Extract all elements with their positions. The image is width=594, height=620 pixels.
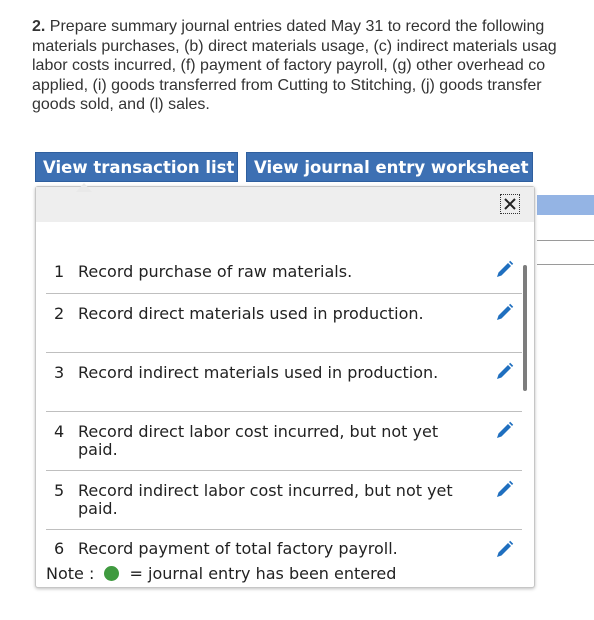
transaction-list-panel: 1 Record purchase of raw materials. 2 Recor…	[35, 186, 535, 588]
question-line-2: materials purchases, (b) direct material…	[32, 37, 557, 55]
transaction-description: Record indirect labor cost incurred, but…	[78, 481, 453, 518]
panel-header	[36, 187, 534, 222]
background-divider	[537, 240, 594, 241]
transaction-number: 1	[54, 262, 65, 281]
scrollbar[interactable]	[523, 265, 527, 391]
transaction-description: Record purchase of raw materials.	[78, 262, 353, 281]
transaction-description: Record direct materials used in producti…	[78, 304, 424, 323]
transaction-description: Record direct labor cost incurred, but n…	[78, 422, 439, 459]
transaction-row[interactable]: 1 Record purchase of raw materials.	[46, 256, 522, 294]
note-description: = journal entry has been entered	[129, 564, 397, 583]
question-number: 2.	[32, 18, 46, 35]
close-icon	[504, 198, 516, 210]
transaction-row[interactable]: 4 Record direct labor cost incurred, but …	[46, 412, 522, 471]
transaction-description: Record indirect materials used in produc…	[78, 363, 439, 382]
transaction-number: 2	[54, 304, 65, 323]
background-worksheet-header	[537, 195, 594, 215]
edit-pencil-icon[interactable]	[493, 302, 515, 324]
transaction-list: 1 Record purchase of raw materials. 2 Recor…	[46, 256, 522, 566]
question-line-1-text: Prepare summary journal entries dated Ma…	[45, 18, 545, 35]
transaction-row[interactable]: 3 Record indirect materials used in produ…	[46, 353, 522, 412]
question-line-4: applied, (i) goods transferred from Cutt…	[32, 76, 542, 94]
edit-pencil-icon[interactable]	[493, 361, 515, 383]
edit-pencil-icon[interactable]	[493, 259, 515, 281]
active-tab-caret-icon	[76, 183, 92, 192]
background-divider	[537, 264, 594, 265]
transaction-row[interactable]: 2 Record direct materials used in product…	[46, 294, 522, 353]
edit-pencil-icon[interactable]	[493, 479, 515, 501]
transaction-row[interactable]: 5 Record indirect labor cost incurred, bu…	[46, 471, 522, 530]
question-text: 2. Prepare summary journal entries dated…	[32, 17, 594, 115]
tab-view-journal-entry-worksheet[interactable]: View journal entry worksheet	[246, 152, 533, 182]
transaction-number: 6	[54, 539, 65, 558]
legend-note: Note : = journal entry has been entered	[46, 564, 396, 583]
transaction-number: 4	[54, 422, 65, 441]
close-button[interactable]	[500, 194, 520, 214]
transaction-row[interactable]: 6 Record payment of total factory payroll…	[46, 530, 522, 566]
edit-pencil-icon[interactable]	[493, 539, 515, 561]
question-line-3: labor costs incurred, (f) payment of fac…	[32, 57, 546, 75]
question-line-1: 2. Prepare summary journal entries dated…	[32, 17, 594, 37]
transaction-number: 3	[54, 363, 65, 382]
note-label: Note :	[46, 564, 95, 583]
question-line-5: goods sold, and (l) sales.	[32, 96, 210, 114]
edit-pencil-icon[interactable]	[493, 420, 515, 442]
transaction-description: Record payment of total factory payroll.	[78, 539, 398, 558]
transaction-number: 5	[54, 481, 65, 500]
tab-view-transaction-list[interactable]: View transaction list	[35, 152, 238, 182]
entered-status-dot-icon	[104, 566, 120, 581]
